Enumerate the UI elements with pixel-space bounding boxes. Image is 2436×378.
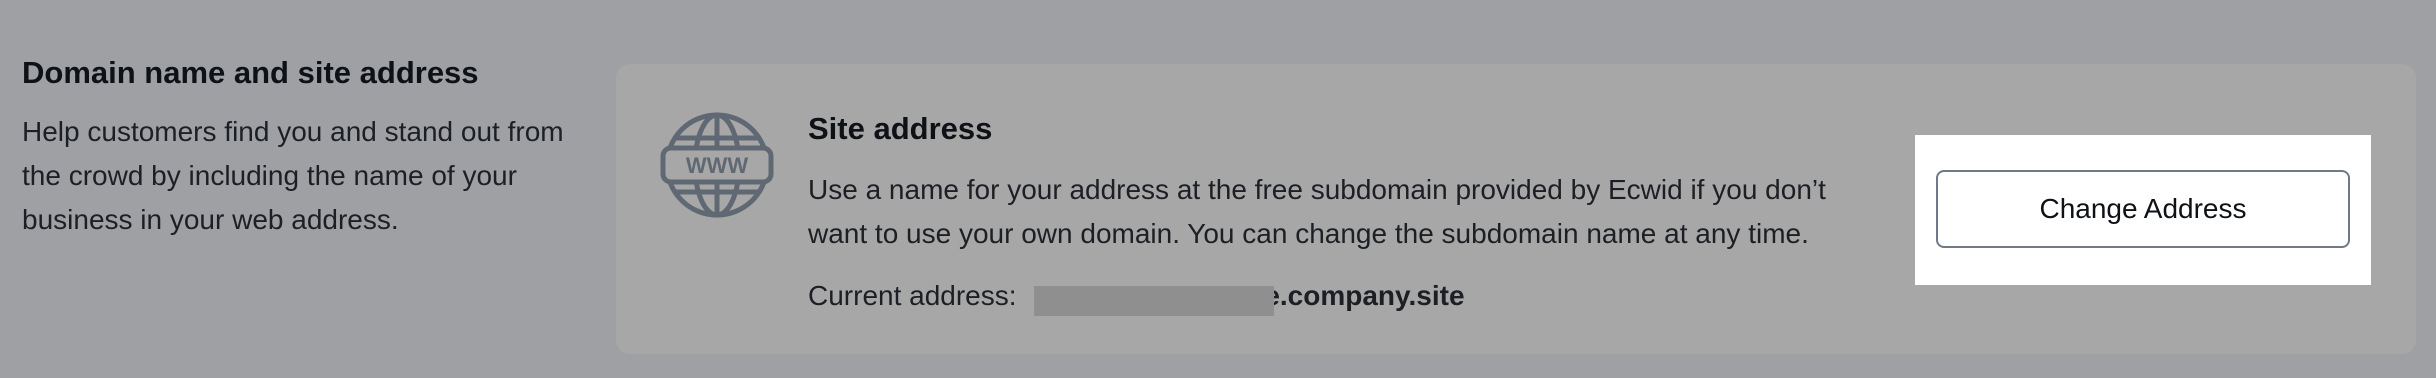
site-address-description: Use a name for your address at the free …	[808, 174, 1826, 249]
section-description: Help customers find you and stand out fr…	[22, 116, 564, 235]
change-address-button[interactable]: Change Address	[1936, 170, 2350, 248]
site-address-title: Site address	[808, 111, 993, 146]
domain-section-intro: Domain name and site address Help custom…	[22, 50, 592, 242]
www-icon-text: WWW	[686, 153, 749, 178]
www-globe-icon: WWW	[660, 112, 774, 218]
current-address-value: e.company.site	[1024, 280, 1465, 316]
section-title: Domain name and site address	[22, 55, 479, 90]
current-address-label: Current address:	[808, 280, 1017, 311]
current-address: Current address: e.company.site	[808, 274, 1465, 318]
redacted-area	[1034, 286, 1275, 316]
